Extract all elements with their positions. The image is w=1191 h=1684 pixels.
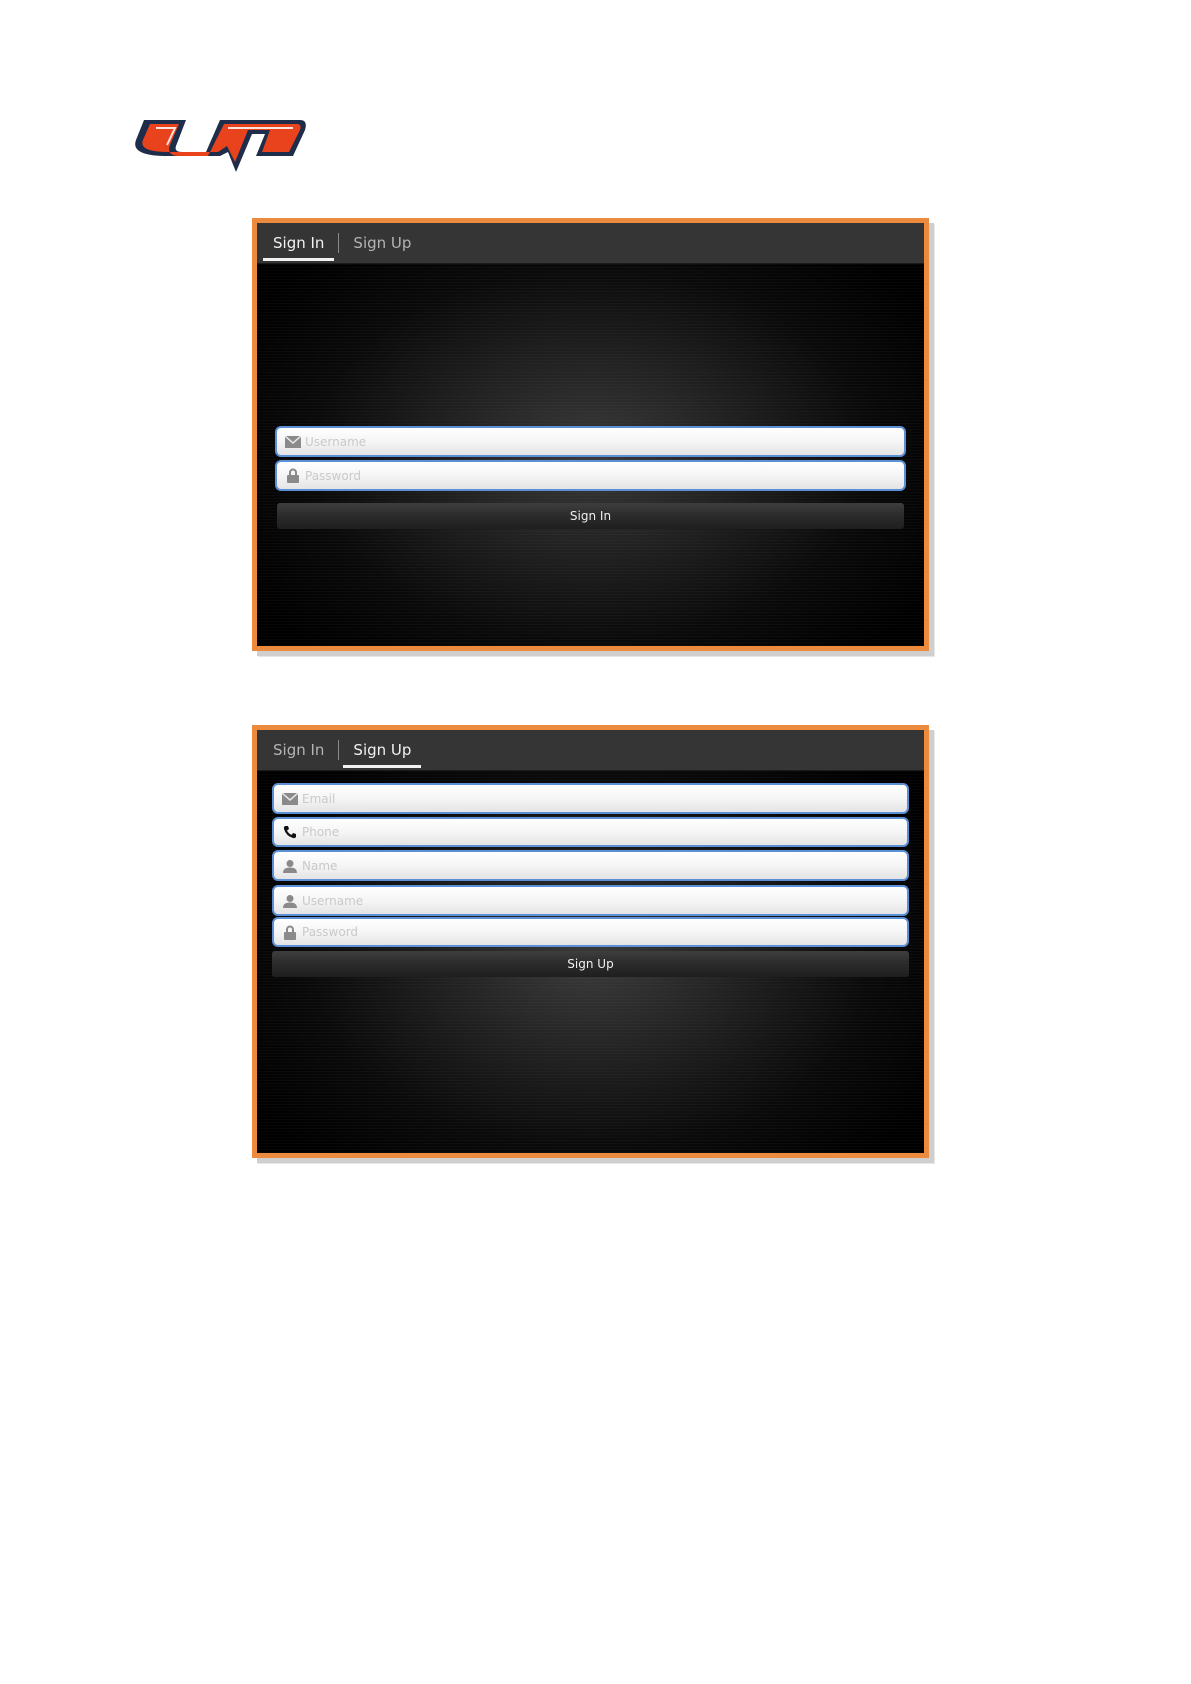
phone-input[interactable] xyxy=(302,825,865,839)
tab-bar: Sign In Sign Up xyxy=(257,730,924,771)
phone-icon xyxy=(282,824,298,840)
password-input[interactable] xyxy=(302,925,865,939)
password-field[interactable] xyxy=(272,917,909,947)
name-field[interactable] xyxy=(272,850,909,881)
username-input[interactable] xyxy=(302,893,865,908)
tab-sign-in[interactable]: Sign In xyxy=(261,223,336,263)
tab-bar: Sign In Sign Up xyxy=(257,223,924,264)
lock-icon xyxy=(285,468,301,484)
name-input[interactable] xyxy=(302,858,865,873)
email-field[interactable] xyxy=(272,783,909,814)
tab-sign-in[interactable]: Sign In xyxy=(261,730,336,770)
tab-separator xyxy=(338,740,340,760)
phone-field[interactable] xyxy=(272,817,909,847)
sign-up-button[interactable]: Sign Up xyxy=(272,951,909,977)
um-logo-icon xyxy=(135,120,306,172)
tab-separator xyxy=(338,233,340,253)
signin-content: Sign In xyxy=(257,264,924,646)
email-input[interactable] xyxy=(302,791,865,806)
username-field[interactable] xyxy=(272,885,909,916)
signup-content: Sign Up xyxy=(257,771,924,1153)
username-input[interactable] xyxy=(305,434,863,449)
person-icon xyxy=(282,893,298,909)
password-field[interactable] xyxy=(275,460,906,491)
lock-icon xyxy=(282,924,298,940)
username-field[interactable] xyxy=(275,426,906,457)
signin-screen: Sign In Sign Up Sign In xyxy=(252,218,929,651)
envelope-icon xyxy=(282,791,298,807)
person-icon xyxy=(282,858,298,874)
tab-sign-up[interactable]: Sign Up xyxy=(341,730,423,770)
um-logo xyxy=(128,112,308,174)
envelope-icon xyxy=(285,434,301,450)
password-input[interactable] xyxy=(305,468,863,483)
signup-screen: Sign In Sign Up Email Phone Name Usernam… xyxy=(252,725,929,1158)
sign-in-button[interactable]: Sign In xyxy=(277,503,904,529)
tab-sign-up[interactable]: Sign Up xyxy=(341,223,423,263)
